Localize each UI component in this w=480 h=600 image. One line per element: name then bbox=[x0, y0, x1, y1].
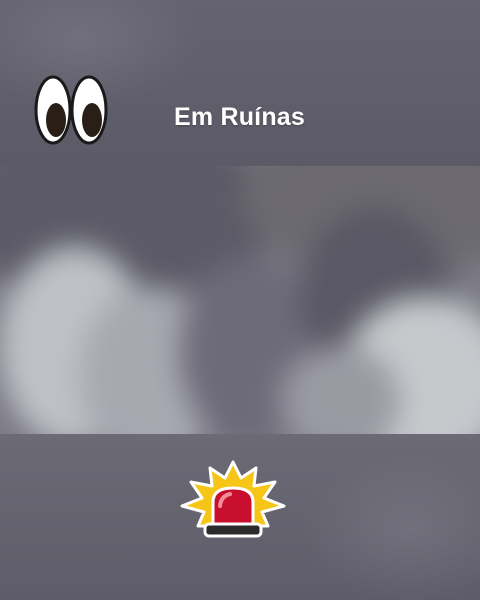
police-siren-icon bbox=[180, 460, 286, 538]
video-player[interactable] bbox=[0, 166, 480, 434]
blurred-video-frame bbox=[0, 166, 480, 434]
left-eye bbox=[34, 75, 72, 145]
right-eye bbox=[70, 75, 108, 145]
page-title: Em Ruínas bbox=[174, 103, 305, 131]
siren-base bbox=[203, 522, 263, 538]
eyes-icon bbox=[34, 75, 108, 145]
